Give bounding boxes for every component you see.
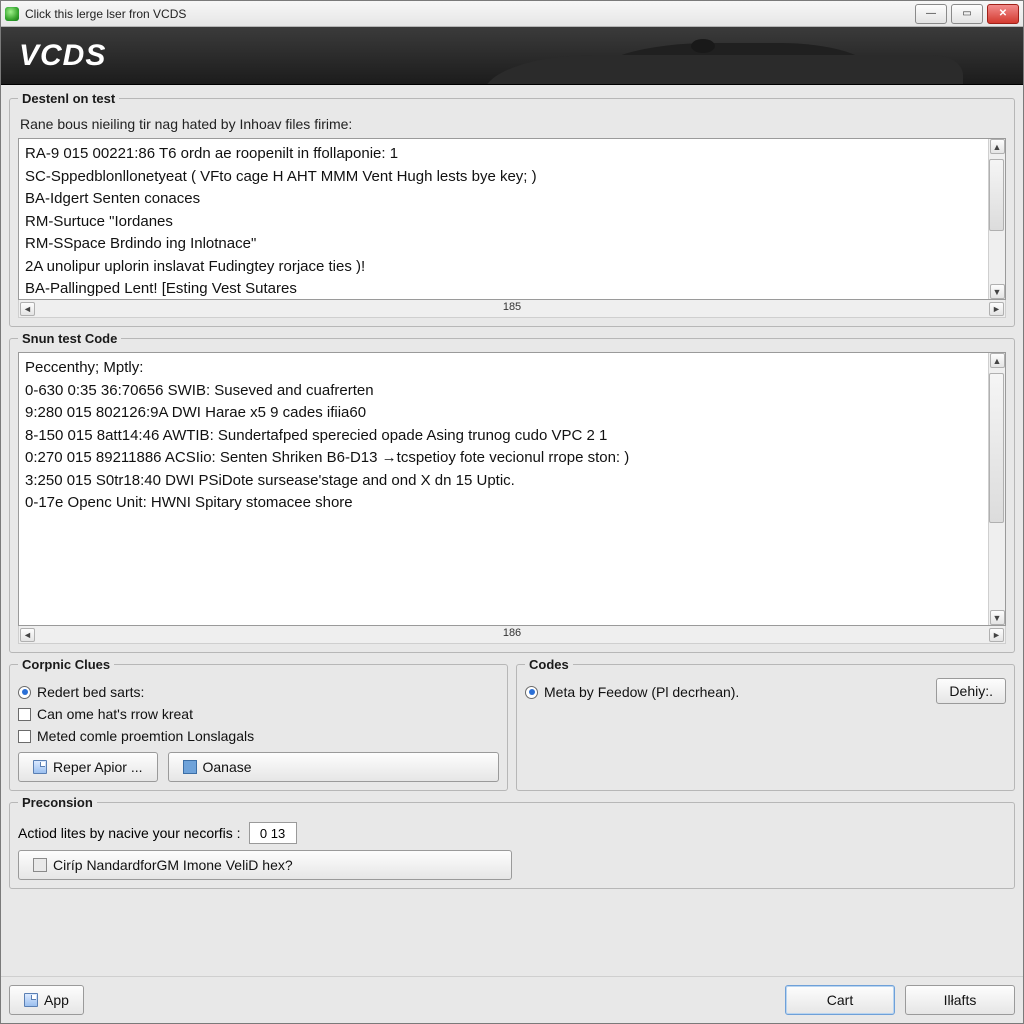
scroll-right-icon[interactable]: ► [989, 628, 1004, 642]
reper-apior-label: Reper Apior ... [53, 759, 143, 775]
corpnic-opt2-label: Can ome hat's rrow kreat [37, 706, 193, 722]
panel-precon: Preconsion Actiod lites by nacive your n… [9, 795, 1015, 889]
precon-label: Actiod lites by nacive your necorfis : [18, 825, 241, 841]
radio-icon[interactable] [525, 686, 538, 699]
window-title: Click this lerge lser fron VCDS [25, 7, 915, 21]
cart-label: Cart [827, 992, 853, 1008]
close-button[interactable]: ✕ [987, 4, 1019, 24]
window-buttons: — ▭ ✕ [915, 4, 1019, 24]
precon-value-input[interactable] [249, 822, 297, 844]
document-icon [24, 993, 38, 1007]
desten-textpane-wrap: RA-9 015 00221:86 T6 ordn ae roopenilt i… [18, 138, 1006, 300]
ilafts-label: Ilłafts [944, 992, 977, 1008]
chip-icon [33, 858, 47, 872]
scroll-down-icon[interactable]: ▼ [990, 284, 1005, 299]
snun-textpane[interactable]: Peccenthy; Mptly: 0-630 0:35 36:70656 SW… [18, 352, 1006, 626]
panel-snun-legend: Snun test Code [18, 331, 121, 346]
scroll-left-icon[interactable]: ◄ [20, 302, 35, 316]
app-icon [5, 7, 19, 21]
cart-button[interactable]: Cart [785, 985, 895, 1015]
scroll-up-icon[interactable]: ▲ [990, 353, 1005, 368]
checkbox-icon[interactable] [18, 730, 31, 743]
titlebar: Click this lerge lser fron VCDS — ▭ ✕ [1, 1, 1023, 27]
snun-vscroll-thumb[interactable] [989, 373, 1004, 523]
app-button[interactable]: App [9, 985, 84, 1015]
maximize-button[interactable]: ▭ [951, 4, 983, 24]
minimize-button[interactable]: — [915, 4, 947, 24]
corpnic-buttons: Reper Apior ... Oanase [18, 752, 499, 782]
snun-vscrollbar[interactable]: ▲ ▼ [988, 353, 1005, 625]
radio-icon[interactable] [18, 686, 31, 699]
desten-vscrollbar[interactable]: ▲ ▼ [988, 139, 1005, 299]
content-area: Destenl on test Rane bous nieiling tir n… [1, 85, 1023, 976]
corpnic-legend: Corpnic Clues [18, 657, 114, 672]
panel-desten-legend: Destenl on test [18, 91, 119, 106]
reper-apior-button[interactable]: Reper Apior ... [18, 752, 158, 782]
car-silhouette [443, 27, 963, 85]
corpnic-opt-redert[interactable]: Redert bed sarts: [18, 684, 499, 700]
scroll-up-icon[interactable]: ▲ [990, 139, 1005, 154]
panel-corpnic: Corpnic Clues Redert bed sarts: Can ome … [9, 657, 508, 791]
corpnic-opt1-label: Redert bed sarts: [37, 684, 144, 700]
app-window: Click this lerge lser fron VCDS — ▭ ✕ VC… [0, 0, 1024, 1024]
panel-snun-code: Snun test Code Peccenthy; Mptly: 0-630 0… [9, 331, 1015, 653]
close-icon: ✕ [999, 8, 1007, 19]
options-row: Corpnic Clues Redert bed sarts: Can ome … [9, 657, 1015, 791]
ilafts-button[interactable]: Ilłafts [905, 985, 1015, 1015]
desten-hint: Rane bous nieiling tir nag hated by Inho… [20, 116, 1006, 132]
codes-legend: Codes [525, 657, 573, 672]
panel-codes: Codes Meta by Feedow (Pl decrhean). Dehi… [516, 657, 1015, 791]
scroll-down-icon[interactable]: ▼ [990, 610, 1005, 625]
corpnic-opt3-label: Meted comle proemtion Lonslagals [37, 728, 254, 744]
dehy-button[interactable]: Dehiy:. [936, 678, 1006, 704]
dehy-label: Dehiy:. [949, 683, 993, 699]
scroll-right-icon[interactable]: ► [989, 302, 1004, 316]
oanase-label: Oanase [203, 759, 252, 775]
corpnic-opt-meted[interactable]: Meted comle proemtion Lonslagals [18, 728, 499, 744]
desten-hscrollbar[interactable]: ◄ 185 ► [18, 300, 1006, 318]
maximize-icon: ▭ [962, 8, 971, 19]
panel-desten-test: Destenl on test Rane bous nieiling tir n… [9, 91, 1015, 327]
document-icon [33, 760, 47, 774]
square-icon [183, 760, 197, 774]
precon-actiod-row: Actiod lites by nacive your necorfis : [18, 822, 1006, 844]
scroll-left-icon[interactable]: ◄ [20, 628, 35, 642]
footer: App Cart Ilłafts [1, 976, 1023, 1023]
precon-legend: Preconsion [18, 795, 97, 810]
desten-textpane[interactable]: RA-9 015 00221:86 T6 ordn ae roopenilt i… [18, 138, 1006, 300]
minimize-icon: — [926, 8, 936, 19]
app-button-label: App [44, 992, 69, 1008]
codes-opt-meta[interactable]: Meta by Feedow (Pl decrhean). [525, 684, 739, 700]
desten-hscroll-label: 185 [503, 301, 521, 313]
cirip-label: Ciríp NandardforGM Imone VeliD hex? [53, 857, 293, 873]
banner: VCDS [1, 27, 1023, 85]
codes-opt1-label: Meta by Feedow (Pl decrhean). [544, 684, 739, 700]
cirip-button[interactable]: Ciríp NandardforGM Imone VeliD hex? [18, 850, 512, 880]
snun-textpane-wrap: Peccenthy; Mptly: 0-630 0:35 36:70656 SW… [18, 352, 1006, 626]
oanase-button[interactable]: Oanase [168, 752, 500, 782]
checkbox-icon[interactable] [18, 708, 31, 721]
snun-hscroll-label: 186 [503, 627, 521, 639]
brand-logo: VCDS [19, 39, 106, 73]
snun-hscrollbar[interactable]: ◄ 186 ► [18, 626, 1006, 644]
corpnic-opt-can[interactable]: Can ome hat's rrow kreat [18, 706, 499, 722]
desten-vscroll-thumb[interactable] [989, 159, 1004, 231]
